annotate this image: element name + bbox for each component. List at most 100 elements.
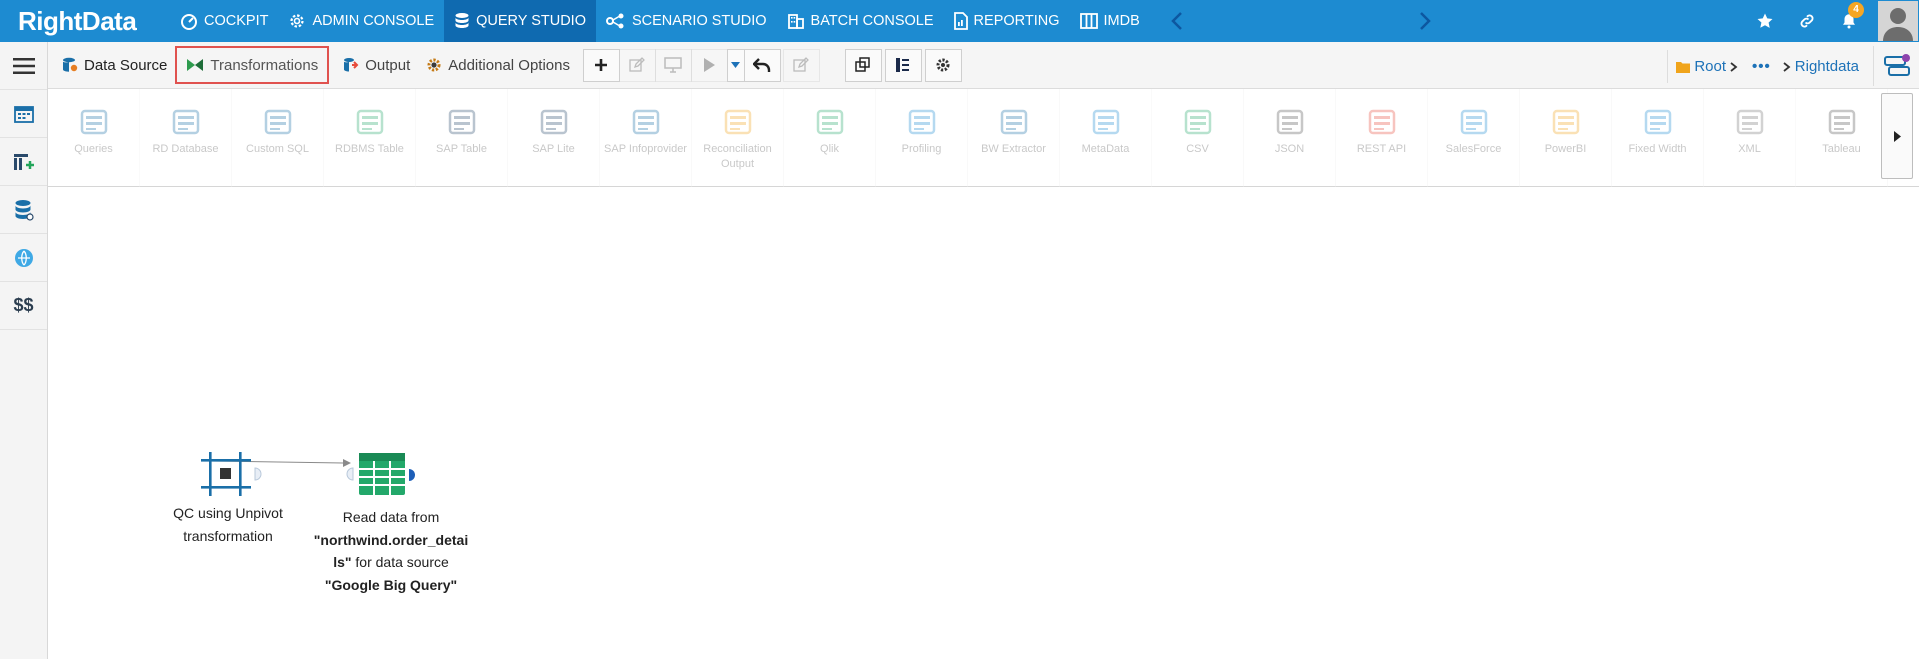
ribbon-item-label: SAP Table <box>436 143 487 155</box>
ribbon-item[interactable]: RD Database <box>140 89 232 187</box>
nav-cockpit[interactable]: COCKPIT <box>170 0 278 42</box>
caret-down-icon <box>731 62 741 68</box>
tab-label: Output <box>365 56 411 74</box>
data-source-node-label: Read data from "northwind.order_detai ls… <box>313 509 469 593</box>
report-icon <box>953 12 968 30</box>
tab-transformations[interactable]: Transformations <box>175 46 330 84</box>
edit-button[interactable] <box>618 48 656 82</box>
star-icon <box>1757 13 1773 28</box>
ribbon-item[interactable]: SAP Lite <box>508 89 600 187</box>
breadcrumb-more[interactable]: ••• <box>1752 58 1771 75</box>
connection-settings-button[interactable] <box>1873 46 1919 86</box>
sidebar-item-globe[interactable] <box>0 234 47 282</box>
link-icon <box>1800 14 1814 28</box>
undo-button[interactable] <box>743 48 781 82</box>
favorites-button[interactable] <box>1744 0 1786 42</box>
database-icon <box>455 13 469 28</box>
cog-icon <box>427 58 441 72</box>
ribbon-item[interactable]: MetaData <box>1060 89 1152 187</box>
transformation-node-icon <box>201 452 251 496</box>
notifications-button[interactable]: 4 <box>1828 0 1870 42</box>
tab-output[interactable]: Output <box>335 47 418 83</box>
output-port-icon[interactable] <box>254 467 264 481</box>
ribbon-item[interactable]: Qlik <box>784 89 876 187</box>
settings-button[interactable] <box>924 48 962 82</box>
nav-admin-console[interactable]: ADMIN CONSOLE <box>278 0 444 42</box>
ribbon-item[interactable]: BW Extractor <box>968 89 1060 187</box>
edit-icon <box>793 57 810 72</box>
ribbon-item[interactable]: Fixed Width <box>1612 89 1704 187</box>
run-button[interactable] <box>690 48 728 82</box>
sidebar-menu-toggle[interactable] <box>0 42 47 90</box>
ribbon-item[interactable]: Reconciliation Output <box>692 89 784 187</box>
columns-icon <box>1079 13 1098 29</box>
rightdata-logo[interactable]: RightData <box>0 0 170 42</box>
database-stack-icon <box>15 199 34 221</box>
breadcrumb-root[interactable]: Root <box>1676 58 1742 75</box>
custom-sql-icon <box>262 107 294 137</box>
add-button[interactable] <box>582 48 620 82</box>
nav-scenario-studio[interactable]: SCENARIO STUDIO <box>596 0 777 42</box>
rename-button[interactable] <box>782 48 820 82</box>
breadcrumb-current-label: Rightdata <box>1794 58 1859 75</box>
nav-label: BATCH CONSOLE <box>810 13 934 29</box>
nav-reporting[interactable]: REPORTING <box>944 0 1070 42</box>
rest-api-icon <box>1366 107 1398 137</box>
logo-text: RightData <box>18 5 137 36</box>
nav-label: ADMIN CONSOLE <box>312 13 435 29</box>
ribbon-item-label: Tableau <box>1822 143 1861 155</box>
breadcrumb-root-label: Root <box>1694 58 1727 75</box>
ribbon-item[interactable]: Tableau <box>1796 89 1888 187</box>
preview-button[interactable] <box>654 48 692 82</box>
nav-imdb[interactable]: IMDB <box>1070 0 1150 42</box>
csv-icon <box>1182 107 1214 137</box>
copy-button[interactable] <box>844 48 882 82</box>
metadata-icon <box>1090 107 1122 137</box>
top-right-actions: 4 <box>1744 0 1919 42</box>
sidebar-item-table-add[interactable] <box>0 138 47 186</box>
tab-additional-options[interactable]: Additional Options <box>418 47 578 83</box>
ribbon-item[interactable]: Custom SQL <box>232 89 324 187</box>
input-port-icon[interactable] <box>344 467 354 481</box>
ribbon-item[interactable]: XML <box>1704 89 1796 187</box>
ribbon-item-label: REST API <box>1356 143 1407 155</box>
split-view-button[interactable] <box>884 48 922 82</box>
tab-data-source[interactable]: Data Source <box>54 47 175 83</box>
flow-icon <box>605 13 624 29</box>
data-source-ribbon: Queries RD Database Custom SQL RDBMS Table S… <box>48 89 1919 187</box>
query-canvas[interactable]: QC using Unpivot transformation Read dat… <box>48 188 1919 659</box>
ribbon-item[interactable]: SAP Table <box>416 89 508 187</box>
reconciliation-output-icon <box>722 107 754 137</box>
ribbon-item[interactable]: CSV <box>1152 89 1244 187</box>
sap-infoprovider-icon <box>630 107 662 137</box>
nav-scroll-right-button[interactable] <box>1412 0 1438 42</box>
ribbon-item[interactable]: Profiling <box>876 89 968 187</box>
ribbon-next-button[interactable] <box>1881 93 1913 179</box>
sap-table-icon <box>446 107 478 137</box>
output-port-icon[interactable] <box>408 468 418 482</box>
sidebar-item-database[interactable] <box>0 186 47 234</box>
ribbon-item[interactable]: RDBMS Table <box>324 89 416 187</box>
run-options-dropdown[interactable] <box>726 48 745 82</box>
breadcrumb-current[interactable]: Rightdata <box>1783 58 1859 75</box>
ribbon-item-label: SalesForce <box>1445 143 1502 155</box>
ribbon-item[interactable]: Queries <box>48 89 140 187</box>
ribbon-item[interactable]: SalesForce <box>1428 89 1520 187</box>
table-add-icon <box>13 153 34 170</box>
nav-scroll-left-button[interactable] <box>1164 0 1190 42</box>
ribbon-item[interactable]: SAP Infoprovider <box>600 89 692 187</box>
chevron-right-icon <box>1730 61 1738 72</box>
tab-label: Transformations <box>210 56 319 74</box>
sidebar-item-cost[interactable]: $$ <box>0 282 47 330</box>
ribbon-item[interactable]: PowerBI <box>1520 89 1612 187</box>
ribbon-item[interactable]: JSON <box>1244 89 1336 187</box>
user-avatar[interactable] <box>1878 1 1918 41</box>
nav-batch-console[interactable]: BATCH CONSOLE <box>777 0 944 42</box>
sidebar-item-calendar[interactable] <box>0 90 47 138</box>
monitor-icon <box>664 57 683 73</box>
nav-query-studio[interactable]: QUERY STUDIO <box>444 0 596 42</box>
ribbon-item-label: SAP Infoprovider <box>604 143 687 155</box>
link-button[interactable] <box>1786 0 1828 42</box>
ribbon-item[interactable]: REST API <box>1336 89 1428 187</box>
data-source-node[interactable]: Read data from "northwind.order_detai ls… <box>306 446 476 596</box>
